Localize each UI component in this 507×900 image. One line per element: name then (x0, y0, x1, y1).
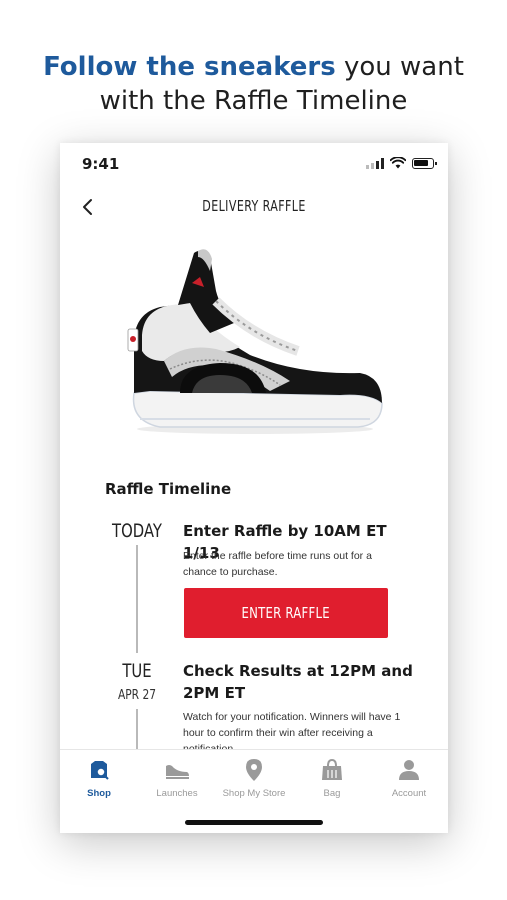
tab-label: Account (391, 788, 427, 799)
timeline-step-description: Watch for your notification. Winners wil… (183, 711, 401, 749)
cellular-signal-icon (366, 158, 384, 169)
timeline-date-month: APR 27 (117, 688, 157, 703)
person-icon (399, 760, 419, 780)
promo-headline: Follow the sneakers you want with the Ra… (0, 50, 507, 118)
tab-account[interactable]: Account (370, 756, 448, 799)
promo-headline-line1: Follow the sneakers you want (0, 50, 507, 84)
timeline-date-today: TODAY (112, 520, 162, 542)
location-pin-icon (246, 759, 262, 781)
timeline-date-day: TUE (122, 660, 152, 682)
promo-headline-accent: Follow the sneakers (43, 52, 336, 82)
wifi-icon (390, 157, 406, 169)
enter-raffle-button-label: ENTER RAFFLE (241, 604, 331, 622)
home-indicator (185, 820, 323, 825)
tab-label: Bag (323, 788, 341, 799)
nav-header: DELIVERY RAFFLE (60, 187, 448, 227)
tab-label: Launches (156, 788, 198, 799)
status-icons (366, 157, 437, 169)
status-bar: 9:41 (60, 143, 448, 183)
sneaker-icon (166, 765, 189, 779)
bag-icon (322, 758, 342, 780)
shop-icon (91, 761, 109, 780)
tab-shop-my-store[interactable]: Shop My Store (215, 756, 293, 799)
enter-raffle-button[interactable]: ENTER RAFFLE (184, 588, 388, 638)
bottom-tab-bar: Shop Launches Shop My Store Bag Account (60, 749, 448, 833)
timeline-title: Raffle Timeline (105, 480, 232, 498)
promo-headline-rest: you want (335, 52, 464, 82)
tab-launches[interactable]: Launches (138, 756, 216, 799)
tab-shop[interactable]: Shop (60, 756, 138, 799)
sneaker-image (127, 249, 383, 434)
tab-label: Shop My Store (222, 788, 286, 799)
battery-icon (412, 158, 437, 169)
page-title: DELIVERY RAFFLE (202, 197, 306, 215)
timeline-connector-line (136, 545, 138, 653)
tab-label: Shop (87, 788, 111, 799)
status-time: 9:41 (82, 155, 120, 173)
phone-screen: 9:41 DELIVERY RAFFLE Raffle Timeline TOD… (60, 143, 448, 833)
timeline-connector-line (136, 709, 138, 749)
tab-bag[interactable]: Bag (293, 756, 371, 799)
timeline-step-heading: Check Results at 12PM and 2PM ET (183, 662, 413, 702)
timeline-step-description: Enter the raffle before time runs out fo… (183, 550, 372, 578)
promo-headline-line2: with the Raffle Timeline (99, 86, 408, 116)
